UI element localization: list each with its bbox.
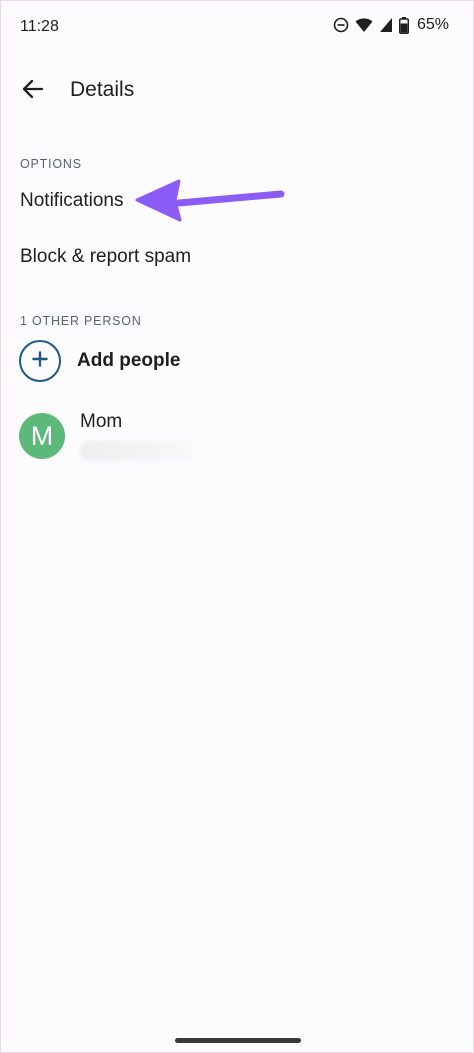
notifications-item[interactable]: Notifications <box>20 190 124 212</box>
contact-text: Mom <box>80 411 200 461</box>
add-people-button[interactable]: Add people <box>19 340 180 382</box>
add-people-circle <box>19 340 61 382</box>
block-report-spam-item[interactable]: Block & report spam <box>20 246 191 268</box>
page-title: Details <box>70 78 135 101</box>
app-bar: Details <box>1 61 473 119</box>
wifi-icon <box>355 17 373 33</box>
status-icons: 65% <box>333 16 449 34</box>
battery-percent: 65% <box>416 16 449 33</box>
contact-row[interactable]: M Mom <box>19 411 200 461</box>
add-people-label: Add people <box>77 350 181 371</box>
annotation-arrow-icon <box>131 173 286 233</box>
back-button[interactable] <box>13 71 53 111</box>
signal-icon <box>379 17 393 33</box>
gesture-nav-handle[interactable] <box>175 1038 301 1043</box>
contact-name: Mom <box>80 411 123 432</box>
status-bar: 11:28 65% <box>1 1 473 53</box>
redacted-phone-number <box>80 441 200 461</box>
options-header: OPTIONS <box>20 157 82 171</box>
do-not-disturb-icon <box>333 17 349 33</box>
screen: 11:28 65% Details OPTIONS Notifications … <box>0 0 474 1053</box>
battery-icon <box>398 16 409 34</box>
arrow-left-icon <box>22 79 44 104</box>
avatar: M <box>19 413 65 459</box>
plus-icon <box>32 350 48 372</box>
status-time: 11:28 <box>20 18 59 35</box>
people-header: 1 OTHER PERSON <box>20 314 142 328</box>
